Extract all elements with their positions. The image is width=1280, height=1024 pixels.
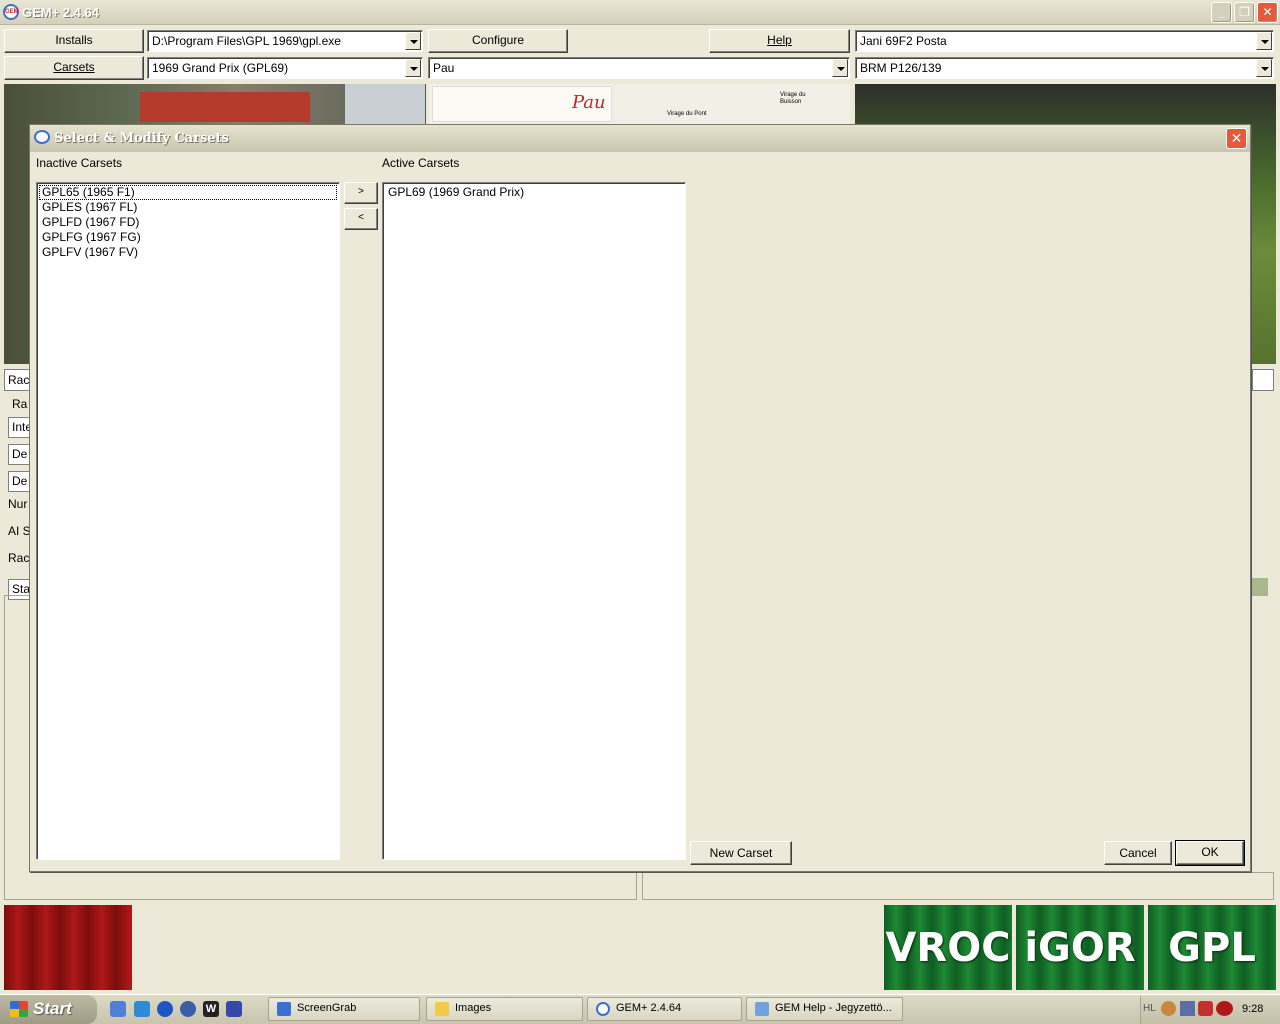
dialog-title: Select & Modify Carsets xyxy=(54,131,229,146)
carset-combo[interactable]: 1969 Grand Prix (GPL69) xyxy=(147,57,423,79)
player-value: Jani 69F2 Posta xyxy=(860,34,947,48)
gem-app-icon xyxy=(34,130,50,144)
taskbar-item-label: ScreenGrab xyxy=(297,1002,357,1014)
move-to-active-button[interactable]: > xyxy=(344,182,378,204)
taskbar-item-label: GEM Help - Jegyzettö... xyxy=(775,1002,892,1014)
word-quicklaunch-icon[interactable]: W xyxy=(203,1001,219,1017)
car-value: BRM P126/139 xyxy=(860,61,942,75)
chevron-down-icon[interactable] xyxy=(1256,32,1272,50)
screengrab-icon xyxy=(277,1002,291,1016)
installs-button[interactable]: Installs xyxy=(4,29,144,53)
save-quicklaunch-icon[interactable] xyxy=(226,1001,242,1017)
language-indicator[interactable]: HL xyxy=(1143,1003,1156,1014)
taskbar-item[interactable]: Images xyxy=(426,997,583,1021)
taskbar-item-label: GEM+ 2.4.64 xyxy=(616,1002,682,1014)
start-field-fragment: Sta xyxy=(12,582,31,596)
track-map-note: Virage du Buisson xyxy=(780,92,806,105)
dialog-close-button[interactable]: ✕ xyxy=(1226,128,1247,149)
track-value: Pau xyxy=(433,61,455,75)
network-icon[interactable] xyxy=(1180,1001,1195,1016)
new-carset-button[interactable]: New Carset xyxy=(690,841,792,865)
list-item[interactable]: GPLES (1967 FL) xyxy=(39,200,337,215)
gem-app-icon xyxy=(596,1002,610,1016)
taskbar-item[interactable]: GEM+ 2.4.64 xyxy=(587,997,742,1021)
maximize-button[interactable]: ❐ xyxy=(1234,2,1255,23)
ai-label-fragment: AI S xyxy=(8,524,31,538)
chevron-down-icon[interactable] xyxy=(832,59,848,77)
active-carsets-list[interactable]: GPL69 (1969 Grand Prix) xyxy=(382,182,686,860)
gem-app-icon: GEM xyxy=(3,4,19,20)
clock: 9:28 xyxy=(1242,1003,1264,1015)
folder-icon xyxy=(435,1002,449,1016)
title-bar xyxy=(0,0,1280,25)
list-item[interactable]: GPLFV (1967 FV) xyxy=(39,245,337,260)
chevron-down-icon[interactable] xyxy=(405,32,421,50)
browser-quicklaunch-icon[interactable] xyxy=(134,1001,150,1017)
shield-icon[interactable] xyxy=(1198,1001,1213,1016)
mail-quicklaunch-icon[interactable] xyxy=(157,1001,173,1017)
close-button[interactable]: ✕ xyxy=(1257,2,1278,23)
ie-quicklaunch-icon[interactable] xyxy=(110,1001,126,1017)
flag-logo xyxy=(4,905,132,990)
cancel-button[interactable]: Cancel xyxy=(1104,841,1172,865)
configure-button[interactable]: Configure xyxy=(428,29,568,53)
race-field-fragment: Rac xyxy=(8,373,30,387)
carset-preview-panel xyxy=(345,84,425,124)
gpl-logo-button[interactable]: GPL xyxy=(1148,905,1276,990)
window-title: GEM+ 2.4.64 xyxy=(22,5,99,20)
igor-logo-button[interactable]: iGOR xyxy=(1016,905,1144,990)
install-path-combo[interactable]: D:\Program Files\GPL 1969\gpl.exe xyxy=(147,30,423,52)
num-label-fragment: Nur xyxy=(8,497,28,511)
race-label-fragment: Rac xyxy=(8,551,30,565)
track-map-title: Pau xyxy=(572,92,606,113)
chevron-down-icon[interactable] xyxy=(1256,59,1272,77)
carset-value: 1969 Grand Prix (GPL69) xyxy=(152,61,289,75)
inactive-carsets-label: Inactive Carsets xyxy=(36,156,123,170)
ok-button[interactable]: OK xyxy=(1175,840,1245,866)
list-item[interactable]: GPL69 (1969 Grand Prix) xyxy=(385,185,683,200)
list-item[interactable]: GPL65 (1965 F1) xyxy=(39,185,337,200)
install-path-value: D:\Program Files\GPL 1969\gpl.exe xyxy=(152,34,341,48)
race-group-fragment: Ra xyxy=(12,397,28,411)
move-to-inactive-button[interactable]: < xyxy=(344,208,378,230)
show-hidden-icons-icon[interactable] xyxy=(1161,1001,1176,1016)
player-combo[interactable]: Jani 69F2 Posta xyxy=(855,30,1274,52)
carsets-dialog: Select & Modify Carsets ✕ Inactive Carse… xyxy=(29,124,1251,872)
track-map-note: Virage du Pont xyxy=(667,111,707,117)
de-field-fragment: De xyxy=(12,474,28,488)
notepad-icon xyxy=(755,1002,769,1016)
taskbar-item[interactable]: ScreenGrab xyxy=(268,997,420,1021)
minimize-button[interactable]: _ xyxy=(1211,2,1232,23)
vroc-logo-button[interactable]: VROC xyxy=(884,905,1012,990)
carset-preview-banner xyxy=(140,92,310,122)
list-item[interactable]: GPLFD (1967 FD) xyxy=(39,215,337,230)
car-combo[interactable]: BRM P126/139 xyxy=(855,57,1274,79)
taskbar-item-label: Images xyxy=(455,1002,492,1014)
inactive-carsets-list[interactable]: GPL65 (1965 F1) GPLES (1967 FL) GPLFD (1… xyxy=(36,182,340,860)
list-item[interactable]: GPLFG (1967 FG) xyxy=(39,230,337,245)
track-combo[interactable]: Pau xyxy=(428,57,850,79)
de-field-fragment: De xyxy=(12,447,28,461)
active-carsets-label: Active Carsets xyxy=(382,156,460,170)
chevron-down-icon[interactable] xyxy=(405,59,421,77)
windows-logo-icon xyxy=(10,1001,28,1017)
help-button[interactable]: Help xyxy=(709,29,850,53)
media-quicklaunch-icon[interactable] xyxy=(180,1001,196,1017)
taskbar-item[interactable]: GEM Help - Jegyzettö... xyxy=(746,997,903,1021)
antivirus-icon[interactable] xyxy=(1216,1001,1233,1016)
carsets-button[interactable]: Carsets xyxy=(4,56,144,80)
